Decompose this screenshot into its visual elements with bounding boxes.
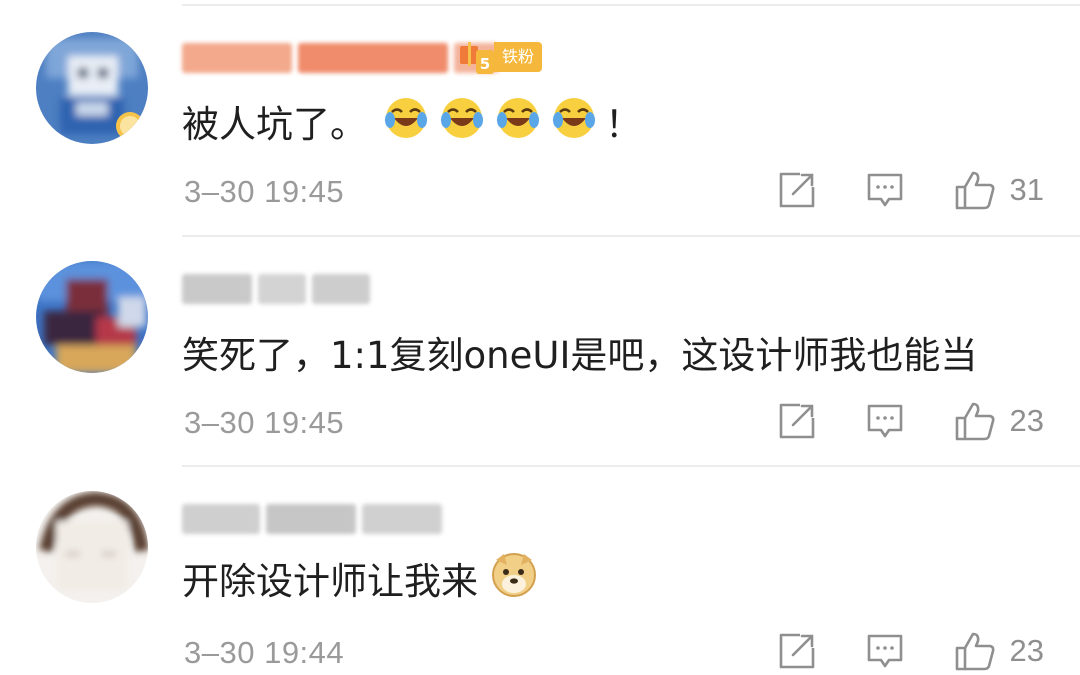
comment-text: 被人坑了。 ！	[182, 96, 642, 146]
comment-actions: 23	[778, 631, 1044, 671]
share-button[interactable]	[778, 632, 816, 670]
like-button[interactable]: 23	[954, 401, 1044, 441]
badge-level: 5	[480, 55, 490, 73]
username[interactable]	[182, 271, 370, 307]
like-icon	[955, 171, 995, 210]
laugh-cry-emoji	[439, 94, 485, 149]
avatar[interactable]	[36, 261, 148, 373]
fan-badge: 5 铁粉	[456, 40, 543, 74]
comment-time: 3–30 19:45	[184, 405, 345, 440]
share-icon	[779, 172, 814, 208]
comment-body: 开除设计师让我来	[182, 560, 478, 603]
reply-icon	[867, 634, 902, 668]
like-icon	[955, 402, 995, 441]
reply-button[interactable]	[866, 171, 904, 209]
share-button[interactable]	[778, 171, 816, 209]
reply-button[interactable]	[866, 632, 904, 670]
comment-text: 笑死了，1:1复刻oneUI是吧，这设计师我也能当	[182, 327, 977, 377]
comment-actions: 31	[778, 170, 1044, 210]
share-icon	[779, 633, 814, 669]
avatar[interactable]	[36, 32, 148, 144]
comment-trailing: ！	[605, 103, 642, 146]
badge-level-icon: 5	[456, 40, 494, 74]
doge-emoji	[490, 550, 538, 607]
comment-time: 3–30 19:44	[184, 635, 345, 670]
reply-button[interactable]	[866, 402, 904, 440]
share-icon	[779, 403, 814, 439]
laugh-cry-emoji	[551, 94, 597, 149]
comment-text: 开除设计师让我来	[182, 552, 538, 603]
like-count: 31	[1009, 172, 1044, 207]
comment-item: 5 铁粉 被人坑了。 ！ 3–30 19:45 31	[0, 0, 1080, 230]
comment-body: 被人坑了。	[182, 103, 367, 146]
comment-item: 笑死了，1:1复刻oneUI是吧，这设计师我也能当 3–30 19:45 23	[0, 231, 1080, 461]
like-button[interactable]: 23	[954, 631, 1044, 671]
like-count: 23	[1009, 633, 1044, 668]
like-button[interactable]: 31	[954, 170, 1044, 210]
comment-item: 开除设计师让我来 3–30 19:44 23	[0, 461, 1080, 675]
reply-icon	[867, 404, 902, 438]
comment-list: 5 铁粉 被人坑了。 ！ 3–30 19:45 31 笑死了，1:1复刻oneU…	[0, 0, 1080, 675]
comment-time: 3–30 19:45	[184, 174, 345, 209]
laugh-cry-emoji	[383, 94, 429, 149]
share-button[interactable]	[778, 402, 816, 440]
comment-body: 笑死了，1:1复刻oneUI是吧，这设计师我也能当	[182, 334, 978, 377]
reply-icon	[867, 173, 902, 207]
username[interactable]	[182, 501, 442, 537]
username[interactable]	[182, 40, 498, 76]
avatar[interactable]	[36, 491, 148, 603]
like-count: 23	[1009, 403, 1044, 438]
badge-label: 铁粉	[494, 42, 543, 72]
like-icon	[955, 632, 995, 671]
laugh-cry-emoji	[495, 94, 541, 149]
comment-actions: 23	[778, 401, 1044, 441]
